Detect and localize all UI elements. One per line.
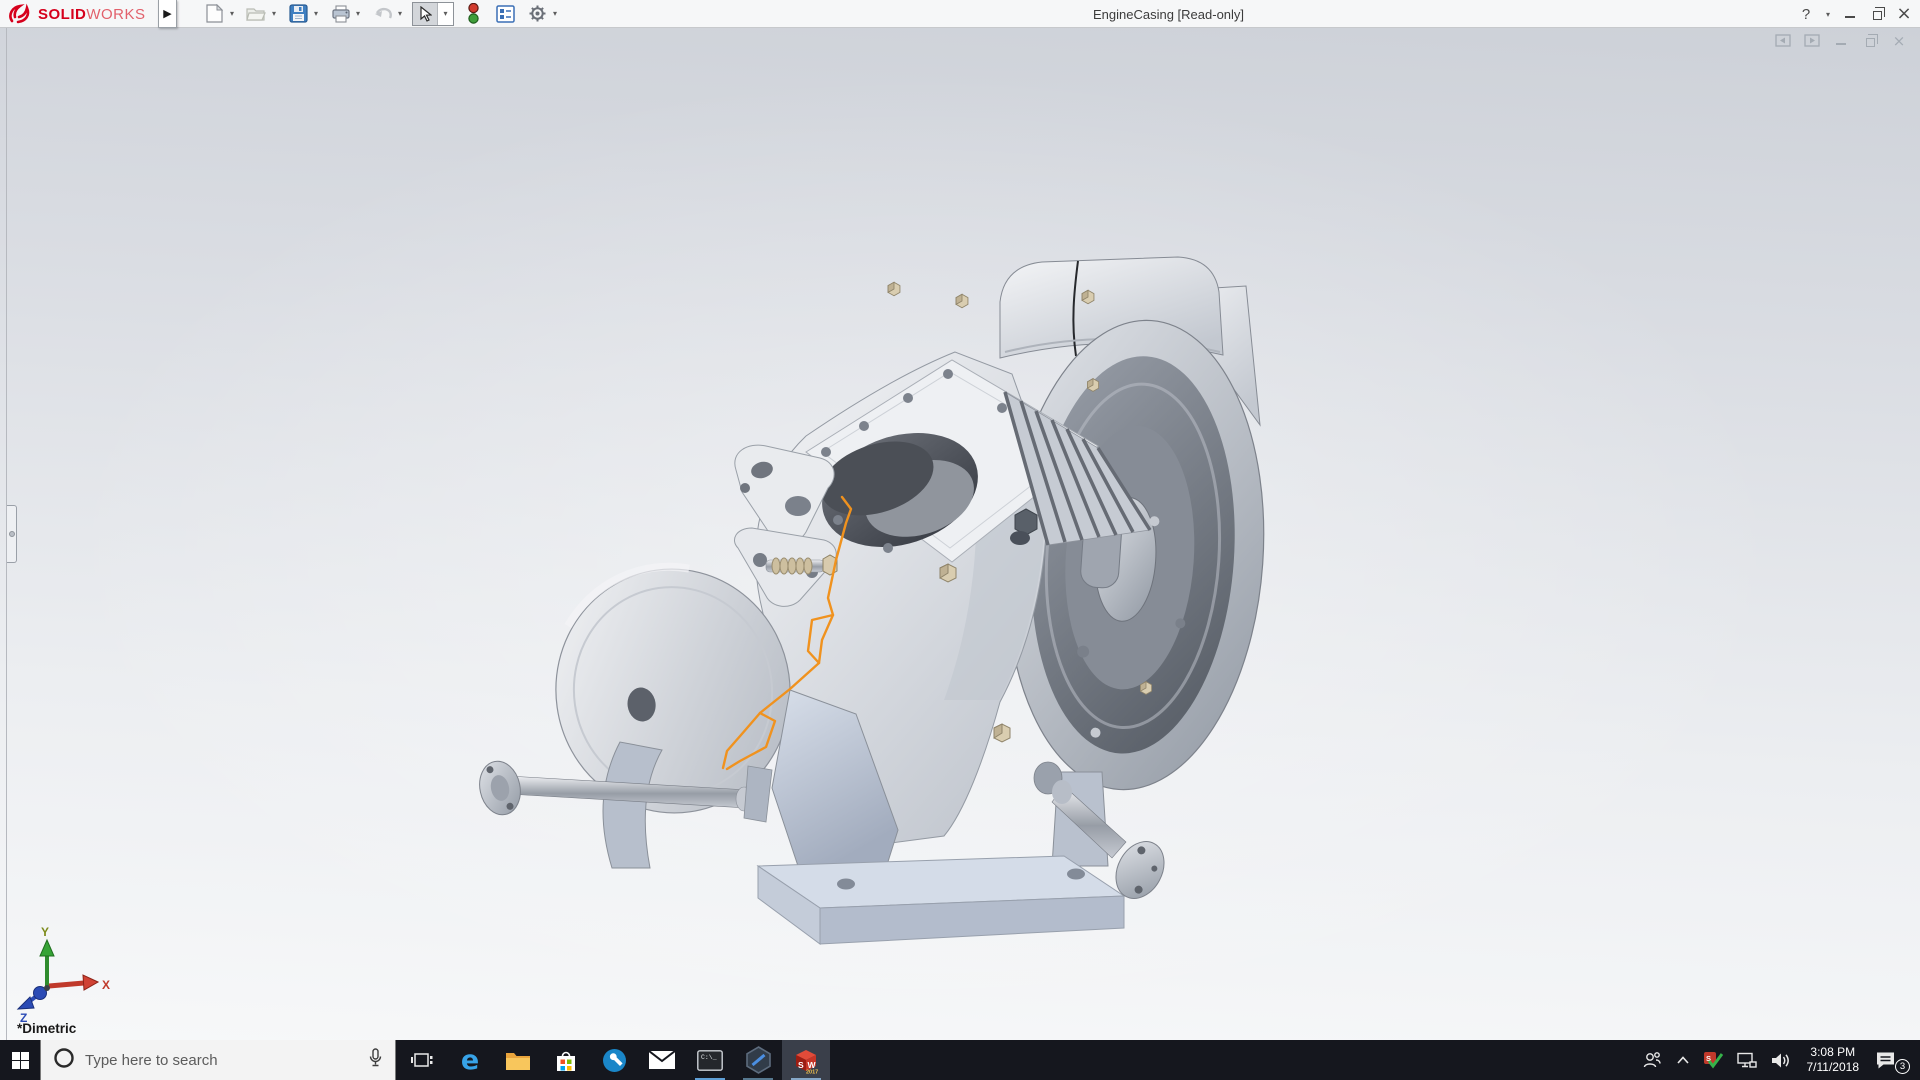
orientation-triad: Y X Z <box>16 925 110 1025</box>
store-bag-icon <box>557 1051 575 1071</box>
show-hidden-icons-button[interactable] <box>1669 1040 1697 1080</box>
edge-icon: e <box>460 1044 480 1076</box>
select-tool-icon[interactable] <box>413 2 438 25</box>
open-caret[interactable]: ▾ <box>269 9 279 18</box>
window-controls: ? ▾ × <box>1796 0 1914 28</box>
save-icon[interactable] <box>286 2 311 26</box>
solidworks-taskbar-button[interactable]: S W 2017 <box>782 1040 830 1080</box>
select-tool-group: ▾ <box>412 1 454 26</box>
task-view-button[interactable] <box>398 1040 446 1080</box>
taskbar-clock[interactable]: 3:08 PM 7/11/2018 <box>1798 1045 1869 1075</box>
action-center-icon <box>1877 1052 1894 1068</box>
sw-icon-year: 2017 <box>806 1070 818 1075</box>
clock-time: 3:08 PM <box>1810 1045 1856 1059</box>
command-prompt-icon: C:\_ <box>697 1049 723 1071</box>
logo-text-bold: SOLID <box>38 5 87 23</box>
minimize-button[interactable] <box>1840 2 1860 26</box>
command-prompt-button[interactable]: C:\_ <box>686 1040 734 1080</box>
solidworks-logo: SOLIDWORKS <box>8 2 146 26</box>
action-center-button[interactable]: 3 <box>1868 1040 1910 1080</box>
print-icon[interactable] <box>328 2 353 26</box>
document-restore-button[interactable] <box>1861 33 1879 49</box>
graphics-viewport[interactable]: Y X Z *Dimetric × <box>0 0 1920 1080</box>
triad-y-label: Y <box>41 925 49 939</box>
people-button[interactable] <box>1635 1040 1669 1080</box>
window-title: EngineCasing [Read-only] <box>1093 7 1245 22</box>
select-tool-caret[interactable]: ▾ <box>438 3 453 25</box>
open-icon[interactable] <box>244 2 269 26</box>
new-document-caret[interactable]: ▾ <box>227 9 237 18</box>
mail-envelope-icon <box>649 1051 675 1069</box>
search-input[interactable] <box>85 1051 356 1069</box>
document-minimize-button[interactable] <box>1832 33 1850 49</box>
titlebar: SOLIDWORKS ▶ ▾ ▾ ▾ ▾ ▾ ▾ ▾ EngineCasing … <box>0 0 1920 28</box>
cmd-prompt-text: C:\_ <box>701 1054 717 1061</box>
triad-x-label: X <box>102 978 110 992</box>
volume-tray-button[interactable] <box>1764 1040 1798 1080</box>
pane-previous-icon[interactable] <box>1774 33 1792 49</box>
file-explorer-button[interactable] <box>494 1040 542 1080</box>
support-tool-button[interactable] <box>590 1040 638 1080</box>
hexagon-app-button[interactable] <box>734 1040 782 1080</box>
document-window-controls: × <box>1774 33 1908 49</box>
options-gear-icon[interactable] <box>525 2 550 26</box>
speaker-icon <box>1771 1053 1789 1067</box>
windows-logo-icon <box>11 1051 29 1069</box>
store-button[interactable] <box>542 1040 590 1080</box>
feature-panel-handle[interactable] <box>7 505 17 563</box>
solidworks-app-icon: S W 2017 <box>796 1050 818 1075</box>
network-tray-button[interactable] <box>1730 1040 1764 1080</box>
folder-icon <box>506 1052 530 1070</box>
view-orientation-label: *Dimetric <box>17 1021 77 1036</box>
mail-button[interactable] <box>638 1040 686 1080</box>
taskbar: e C:\_ S W 2017 <box>0 1040 1920 1080</box>
taskbar-search[interactable] <box>40 1040 396 1080</box>
hexagon-app-icon <box>745 1046 771 1074</box>
solidworks-monitor-tray-button[interactable]: S <box>1697 1040 1730 1080</box>
undo-caret[interactable]: ▾ <box>395 9 405 18</box>
model-canvas[interactable]: Y X Z <box>0 0 1920 1080</box>
menu-expand-button[interactable]: ▶ <box>158 0 177 28</box>
wrench-circle-icon <box>602 1048 626 1072</box>
edge-browser-button[interactable]: e <box>446 1040 494 1080</box>
cortana-icon <box>53 1047 75 1074</box>
system-tray: S 3:08 PM 7/11/2018 3 <box>1635 1040 1920 1080</box>
document-close-button[interactable]: × <box>1890 33 1908 49</box>
notification-badge: 3 <box>1895 1059 1910 1074</box>
pane-next-icon[interactable] <box>1803 33 1821 49</box>
print-caret[interactable]: ▾ <box>353 9 363 18</box>
clock-date: 7/11/2018 <box>1806 1060 1860 1074</box>
chevron-up-icon <box>1676 1056 1689 1064</box>
taskbar-apps: e C:\_ S W 2017 <box>398 1040 830 1080</box>
save-caret[interactable]: ▾ <box>311 9 321 18</box>
restore-button[interactable] <box>1867 2 1887 26</box>
file-properties-icon[interactable] <box>493 2 518 26</box>
network-icon <box>1736 1052 1757 1068</box>
quick-access-toolbar: ▾ ▾ ▾ ▾ ▾ ▾ ▾ <box>202 0 567 27</box>
new-document-icon[interactable] <box>202 2 227 26</box>
undo-icon[interactable] <box>370 2 395 26</box>
sw-icon-letter-w: W <box>808 1060 817 1070</box>
start-button[interactable] <box>0 1040 40 1080</box>
sw-icon-letter-s: S <box>798 1060 804 1070</box>
rebuild-traffic-light-icon[interactable] <box>461 2 486 26</box>
help-button[interactable]: ? <box>1796 2 1816 26</box>
people-icon <box>1643 1052 1661 1068</box>
microphone-icon[interactable] <box>368 1047 383 1073</box>
sw-check-icon: S <box>1703 1051 1723 1068</box>
model-part-base-plate <box>756 855 1126 945</box>
panel-handle-dot <box>8 531 15 537</box>
options-caret[interactable]: ▾ <box>550 9 560 18</box>
close-button[interactable]: × <box>1894 2 1914 26</box>
logo-text-light: WORKS <box>86 5 146 23</box>
help-caret[interactable]: ▾ <box>1823 10 1833 19</box>
dassault-swoosh-icon <box>9 3 30 24</box>
